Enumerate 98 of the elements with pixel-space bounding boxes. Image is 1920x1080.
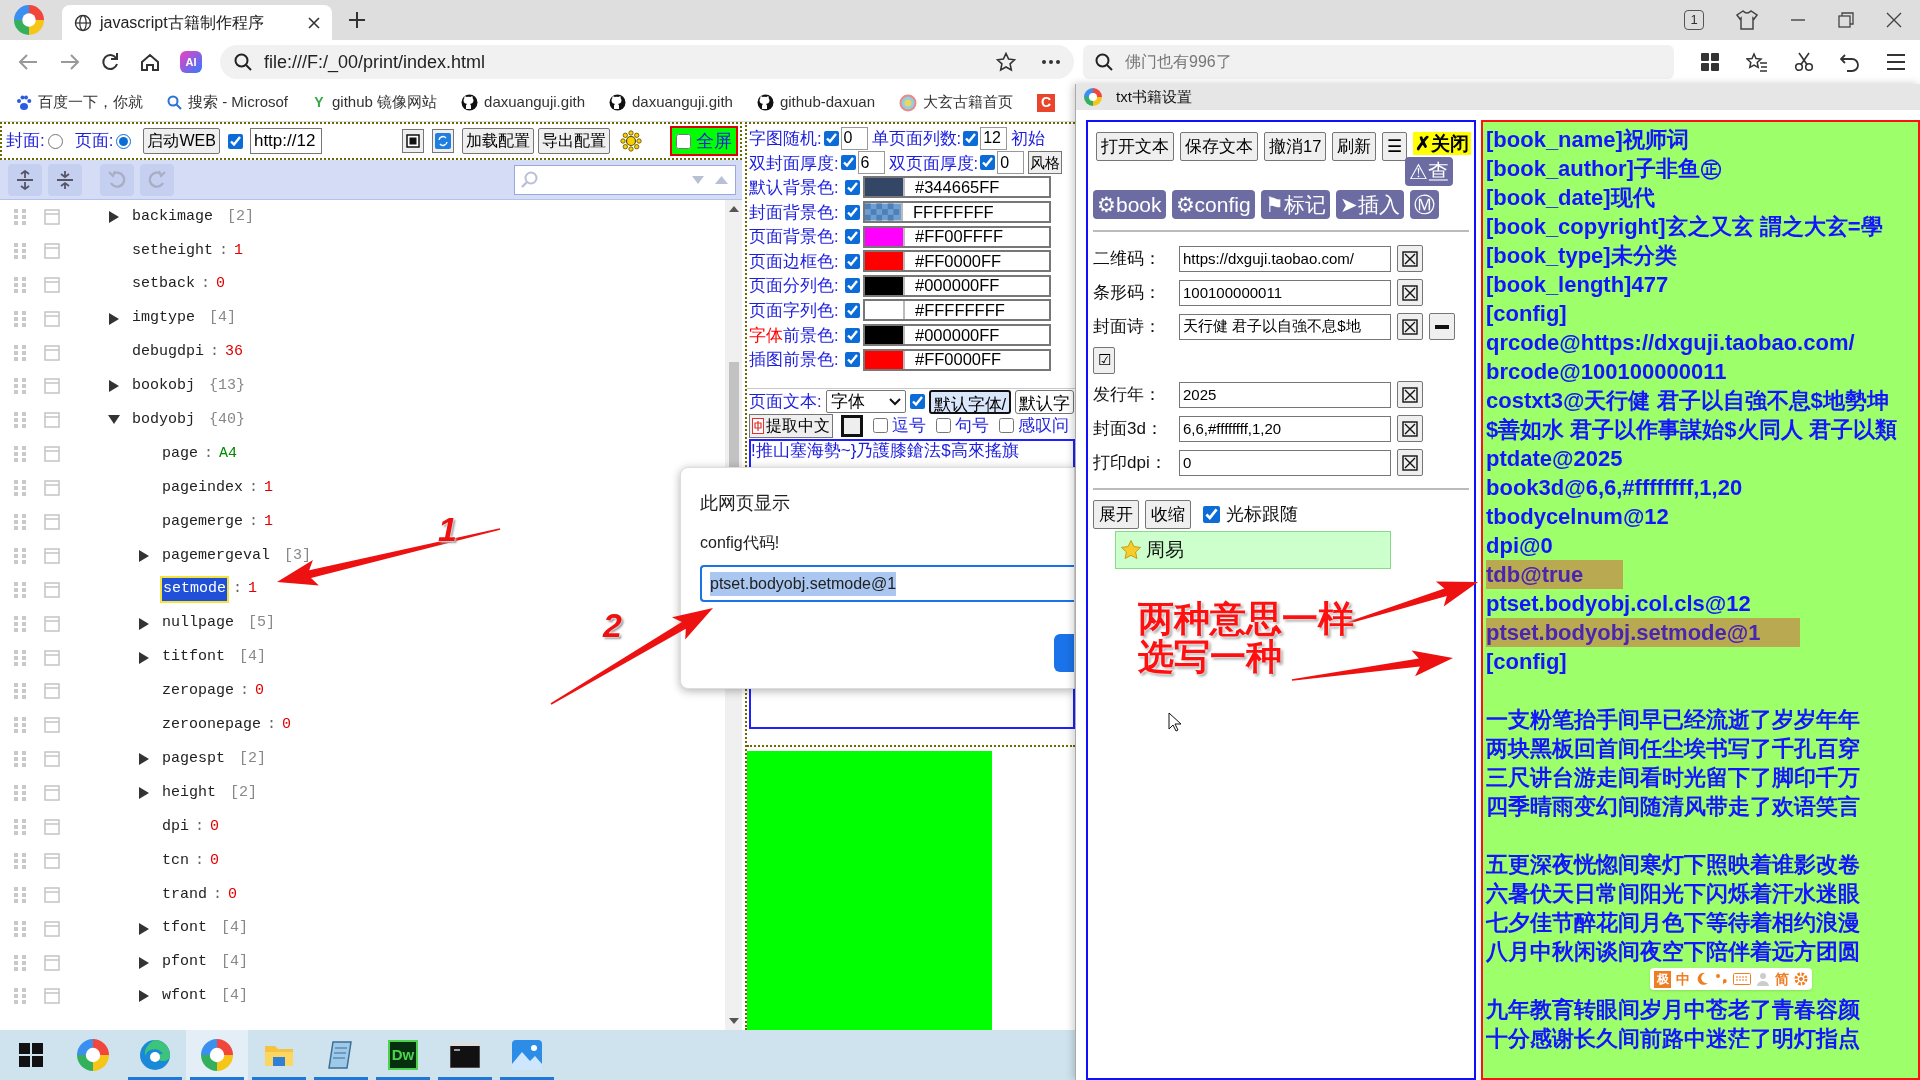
checkbox-label: 光标跟随 <box>1226 503 1298 526</box>
tree-value: 1 <box>264 477 274 498</box>
field-label: 页面背景色: <box>749 226 840 248</box>
field-label: 初始 <box>1011 127 1046 149</box>
item-count: {13} <box>209 376 246 397</box>
field-label: 双页面厚度: <box>888 152 979 174</box>
item-count: [3] <box>284 545 312 566</box>
separator: : <box>210 342 220 363</box>
text-line: 十分感谢长久间前路中迷茫了明灯指点 <box>1486 1025 1860 1053</box>
field-label: 页面文本: <box>749 391 822 413</box>
item-count: [2] <box>227 206 255 227</box>
window-title: txt书籍设置 <box>1116 86 1192 107</box>
checkbox-label: 逗号 <box>892 415 926 437</box>
text-line: 六暑伏天日常间阳光下闪烁着汗水迷眼 <box>1486 880 1860 908</box>
field-label: 单页面列数: <box>871 127 962 149</box>
text-line: 九年教育转眼间岁月中苍老了青春容颜 <box>1486 996 1860 1024</box>
field-label: 发行年： <box>1093 383 1162 406</box>
letter-icon: Y <box>312 92 326 113</box>
field-label: 插图前景色: <box>749 349 840 371</box>
field-label: 封面3d： <box>1093 417 1164 440</box>
text-line: [book_length]477 <box>1486 271 1669 299</box>
text-line: 七夕佳节醉花间月色下等待着相约浪漫 <box>1486 909 1860 937</box>
text-line: [book_date]现代 <box>1486 184 1655 212</box>
item-count: [4] <box>209 308 237 329</box>
text-line: qrcode@https://dxguji.taobao.com/ <box>1486 329 1855 357</box>
field-label: 页面边框色: <box>749 250 840 272</box>
separator: : <box>249 477 259 498</box>
separator: : <box>240 681 250 702</box>
text-line: [config] <box>1486 648 1567 676</box>
annotation-text: 选写一种 <box>1138 638 1282 676</box>
field-label: 字体前景色: <box>749 324 840 346</box>
tree-value: 1 <box>248 579 258 600</box>
checkbox-label: 感叹问 <box>1018 415 1069 437</box>
separator: : <box>267 715 277 736</box>
item-count: {40} <box>209 410 246 431</box>
checkbox-label: 句号 <box>955 415 989 437</box>
preview-text: !推山塞海勢~}乃護膝鎗法$高來搖旗 <box>751 440 1020 461</box>
text-line: ptdate@2025 <box>1486 445 1623 473</box>
tree-value: 1 <box>264 511 274 532</box>
text-line: 五更深夜恍惚间寒灯下照映着谁影改卷 <box>1486 851 1860 879</box>
separator: : <box>195 816 205 837</box>
field-label: 封面诗： <box>1093 315 1162 338</box>
field-label: 默认背景色: <box>749 177 840 199</box>
text-line: 三尺讲台游走间看时光留下了脚印千万 <box>1486 764 1860 792</box>
text-line: brcode@100100000011 <box>1486 358 1727 386</box>
field-label: 条形码： <box>1093 281 1162 304</box>
text-line: 两块黑板回首间任尘埃书写了千孔百穿 <box>1486 735 1860 763</box>
field-label: 页面分列色: <box>749 275 840 297</box>
field-label: 二维码： <box>1093 247 1162 270</box>
radio-label: 页面: <box>74 130 114 153</box>
item-count: [5] <box>248 613 276 634</box>
tree-value: 0 <box>255 681 265 702</box>
text-line: tbodycelnum@12 <box>1486 503 1669 531</box>
tree-value: 0 <box>216 274 226 295</box>
tree-value: 0 <box>210 816 220 837</box>
separator: : <box>249 511 259 532</box>
text-line: book3d@6,6,#ffffffff,1,20 <box>1486 474 1743 502</box>
item-count: [4] <box>239 647 267 668</box>
separator: : <box>233 579 243 600</box>
tree-value: 0 <box>210 850 220 871</box>
dialog-title: 此网页显示 <box>700 492 790 515</box>
field-label: 封面背景色: <box>749 201 840 223</box>
text-line: dpi@0 <box>1486 532 1553 560</box>
text-line: costxt3@天行健 君子以自強不息$地勢坤 <box>1486 387 1889 415</box>
text-line: [book_type]未分类 <box>1486 242 1677 270</box>
tree-value: 0 <box>228 884 238 905</box>
separator: : <box>195 850 205 871</box>
tree-value: 0 <box>282 715 292 736</box>
item-count: [2] <box>230 782 258 803</box>
separator: : <box>213 884 223 905</box>
text-line: [book_copyright]玄之又玄 謂之大玄=學 <box>1486 213 1883 241</box>
text-line: [config] <box>1486 300 1567 328</box>
text-line: $善如水 君子以作事謀始$火同人 君子以類 <box>1486 416 1897 444</box>
item-count: [2] <box>239 748 267 769</box>
item-count: [4] <box>221 918 249 939</box>
text-line: ptset.bodyobj.col.cls@12 <box>1486 590 1751 618</box>
text-line: [book_name]祝师词 <box>1486 126 1689 154</box>
field-label: 双封面厚度: <box>749 152 839 174</box>
tree-value: A4 <box>219 443 238 464</box>
field-label: 页面字列色: <box>749 300 840 322</box>
text-line: 八月中秋闲谈间夜空下陪伴着远方团圆 <box>1486 938 1860 966</box>
text-line: [book_author]子非鱼㊣ <box>1486 155 1722 183</box>
text-line: 四季晴雨变幻间随清风带走了欢语笑言 <box>1486 793 1860 821</box>
separator: : <box>204 443 214 464</box>
text-line: 一支粉笔抬手间早已经流逝了岁岁年年 <box>1486 706 1860 734</box>
tree-value: 1 <box>234 240 244 261</box>
separator: : <box>201 274 211 295</box>
annotation-text: 两种意思一样 <box>1138 600 1354 638</box>
dreamweaver-icon: Dw <box>388 1040 418 1070</box>
item-count: [4] <box>221 952 249 973</box>
dialog-message: config代码! <box>700 533 780 553</box>
radio-label: 封面: <box>6 130 45 153</box>
field-label: 字图随机: <box>749 127 822 149</box>
item-count: [4] <box>221 986 249 1007</box>
step-number: 2 <box>603 608 622 642</box>
tree-value: 36 <box>225 342 244 363</box>
field-label: 打印dpi： <box>1093 451 1168 474</box>
separator: : <box>219 240 229 261</box>
